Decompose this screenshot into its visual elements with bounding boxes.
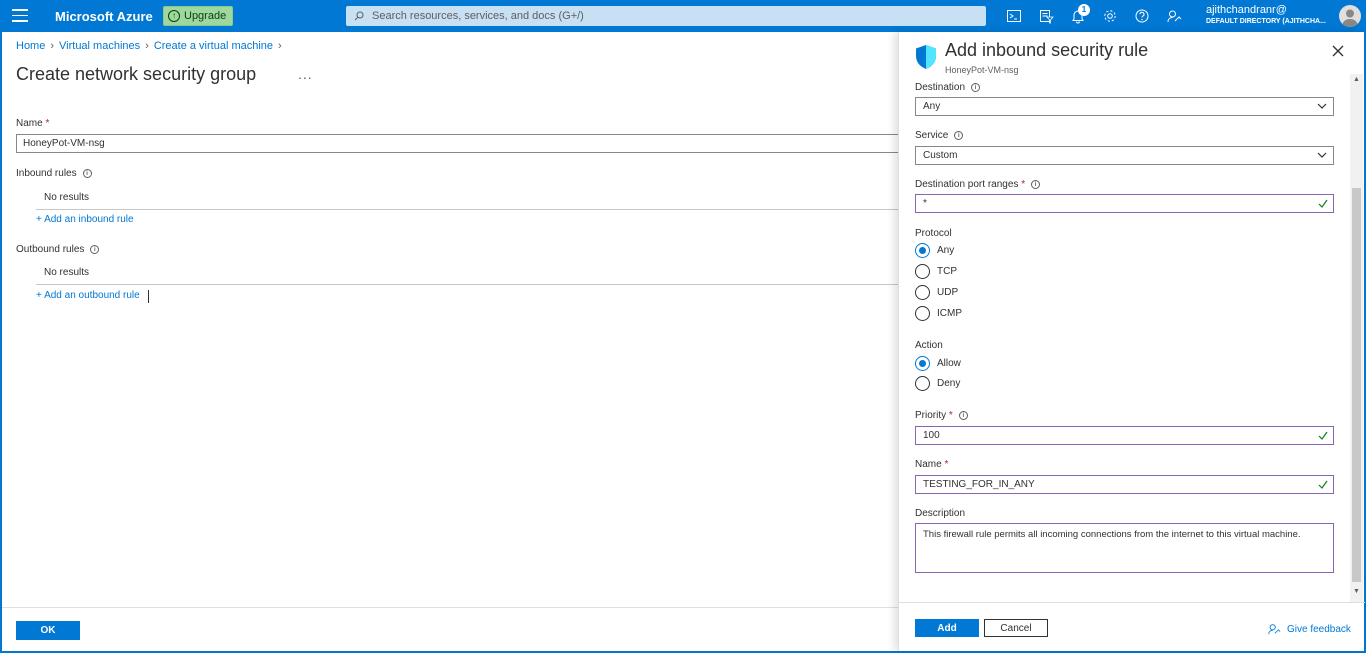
scrollbar-thumb[interactable] bbox=[1352, 188, 1361, 582]
avatar-person-icon bbox=[1342, 9, 1358, 27]
description-label: Description bbox=[915, 508, 966, 519]
protocol-tcp-radio[interactable]: TCP bbox=[915, 264, 957, 279]
service-select[interactable]: Custom bbox=[915, 146, 1334, 165]
info-icon[interactable]: i bbox=[954, 131, 964, 140]
port-ranges-label: Destination port ranges * i bbox=[915, 179, 1041, 190]
cloud-shell-icon[interactable] bbox=[1006, 8, 1022, 24]
breadcrumb-create-vm[interactable]: Create a virtual machine bbox=[154, 40, 273, 52]
footer-divider bbox=[2, 607, 898, 608]
directory-filter-icon[interactable] bbox=[1038, 8, 1054, 24]
info-icon[interactable]: i bbox=[1031, 180, 1041, 189]
info-icon[interactable]: i bbox=[90, 245, 100, 254]
rule-name-input[interactable]: TESTING_FOR_IN_ANY bbox=[915, 475, 1334, 494]
avatar[interactable] bbox=[1339, 5, 1361, 27]
checkmark-icon bbox=[1318, 199, 1328, 208]
global-search[interactable] bbox=[346, 6, 986, 26]
panel-footer-divider bbox=[899, 602, 1365, 603]
info-icon[interactable]: i bbox=[82, 169, 92, 178]
outbound-no-results: No results bbox=[44, 267, 90, 278]
protocol-any-radio[interactable]: Any bbox=[915, 243, 954, 258]
panel-title: Add inbound security rule bbox=[945, 40, 1149, 60]
description-textarea[interactable]: This firewall rule permits all incoming … bbox=[915, 523, 1334, 573]
add-inbound-rule-link[interactable]: + Add an inbound rule bbox=[36, 214, 134, 225]
chevron-down-icon bbox=[1317, 152, 1327, 158]
radio-unselected-icon bbox=[915, 376, 930, 391]
top-bar: Microsoft Azure ↑ Upgrade 1 ajithchandra… bbox=[0, 0, 1366, 32]
search-input[interactable] bbox=[372, 10, 972, 22]
radio-selected-icon bbox=[915, 356, 930, 371]
rule-name-label: Name * bbox=[915, 459, 949, 470]
main-content: Home › Virtual machines › Create a virtu… bbox=[2, 32, 916, 651]
action-deny-radio[interactable]: Deny bbox=[915, 376, 960, 391]
add-outbound-rule-link[interactable]: + Add an outbound rule bbox=[36, 290, 140, 301]
protocol-label: Protocol bbox=[915, 228, 952, 239]
checkmark-icon bbox=[1318, 480, 1328, 489]
panel-subtitle: HoneyPot-VM-nsg bbox=[945, 65, 1019, 75]
nsg-name-input[interactable] bbox=[16, 134, 916, 153]
feedback-icon[interactable] bbox=[1166, 8, 1182, 24]
inbound-no-results: No results bbox=[44, 192, 90, 203]
destination-label: Destination i bbox=[915, 82, 981, 93]
page-title: Create network security group bbox=[16, 64, 257, 84]
action-label: Action bbox=[915, 340, 943, 351]
user-directory: DEFAULT DIRECTORY (AJITHCHA... bbox=[1206, 18, 1326, 25]
radio-unselected-icon bbox=[915, 285, 930, 300]
search-icon bbox=[354, 11, 364, 21]
feedback-icon bbox=[1268, 624, 1281, 635]
settings-icon[interactable] bbox=[1102, 8, 1118, 24]
info-icon[interactable]: i bbox=[971, 83, 981, 92]
account-menu[interactable]: ajithchandranr@ DEFAULT DIRECTORY (AJITH… bbox=[1206, 4, 1326, 27]
radio-unselected-icon bbox=[915, 264, 930, 279]
help-icon[interactable] bbox=[1134, 8, 1150, 24]
breadcrumb-chevron-icon: › bbox=[145, 40, 149, 52]
notification-count-badge: 1 bbox=[1078, 4, 1090, 16]
breadcrumb: Home › Virtual machines › Create a virtu… bbox=[16, 40, 282, 52]
priority-label: Priority * i bbox=[915, 410, 968, 421]
breadcrumb-chevron-icon: › bbox=[50, 40, 55, 52]
menu-icon[interactable] bbox=[12, 9, 28, 23]
info-icon[interactable]: i bbox=[958, 411, 968, 420]
radio-unselected-icon bbox=[915, 306, 930, 321]
protocol-icmp-radio[interactable]: ICMP bbox=[915, 306, 962, 321]
priority-input[interactable]: 100 bbox=[915, 426, 1334, 445]
give-feedback-link[interactable]: Give feedback bbox=[1267, 622, 1351, 636]
shield-icon bbox=[916, 45, 936, 69]
name-label: Name * bbox=[16, 118, 50, 129]
user-name: ajithchandranr@ bbox=[1206, 4, 1287, 16]
add-inbound-rule-panel: Add inbound security rule HoneyPot-VM-ns… bbox=[898, 32, 1365, 651]
action-allow-radio[interactable]: Allow bbox=[915, 356, 961, 371]
inbound-divider bbox=[36, 209, 898, 210]
panel-scrollbar[interactable]: ▲ ▼ bbox=[1350, 74, 1363, 602]
close-icon[interactable] bbox=[1331, 44, 1345, 58]
checkmark-icon bbox=[1318, 431, 1328, 440]
cancel-button[interactable]: Cancel bbox=[984, 619, 1048, 637]
destination-select[interactable]: Any bbox=[915, 97, 1334, 116]
scroll-down-icon[interactable]: ▼ bbox=[1353, 588, 1360, 595]
radio-selected-icon bbox=[915, 243, 930, 258]
more-options-icon[interactable]: ... bbox=[298, 66, 313, 82]
outbound-divider bbox=[36, 284, 898, 285]
outbound-rules-label: Outbound rules i bbox=[16, 244, 100, 255]
text-cursor bbox=[148, 290, 149, 303]
add-button[interactable]: Add bbox=[915, 619, 979, 637]
port-ranges-input[interactable]: * bbox=[915, 194, 1334, 213]
upgrade-label: Upgrade bbox=[184, 10, 227, 22]
breadcrumb-chevron-icon: › bbox=[278, 40, 282, 52]
service-label: Service i bbox=[915, 130, 964, 141]
upgrade-button[interactable]: ↑ Upgrade bbox=[163, 6, 234, 26]
brand-title[interactable]: Microsoft Azure bbox=[55, 9, 153, 24]
upgrade-arrow-icon: ↑ bbox=[168, 10, 180, 22]
scroll-up-icon[interactable]: ▲ bbox=[1353, 76, 1360, 83]
breadcrumb-virtual-machines[interactable]: Virtual machines bbox=[59, 40, 140, 52]
protocol-udp-radio[interactable]: UDP bbox=[915, 285, 958, 300]
ok-button[interactable]: OK bbox=[16, 621, 80, 640]
chevron-down-icon bbox=[1317, 103, 1327, 109]
breadcrumb-home[interactable]: Home bbox=[16, 40, 45, 52]
inbound-rules-label: Inbound rules i bbox=[16, 168, 92, 179]
